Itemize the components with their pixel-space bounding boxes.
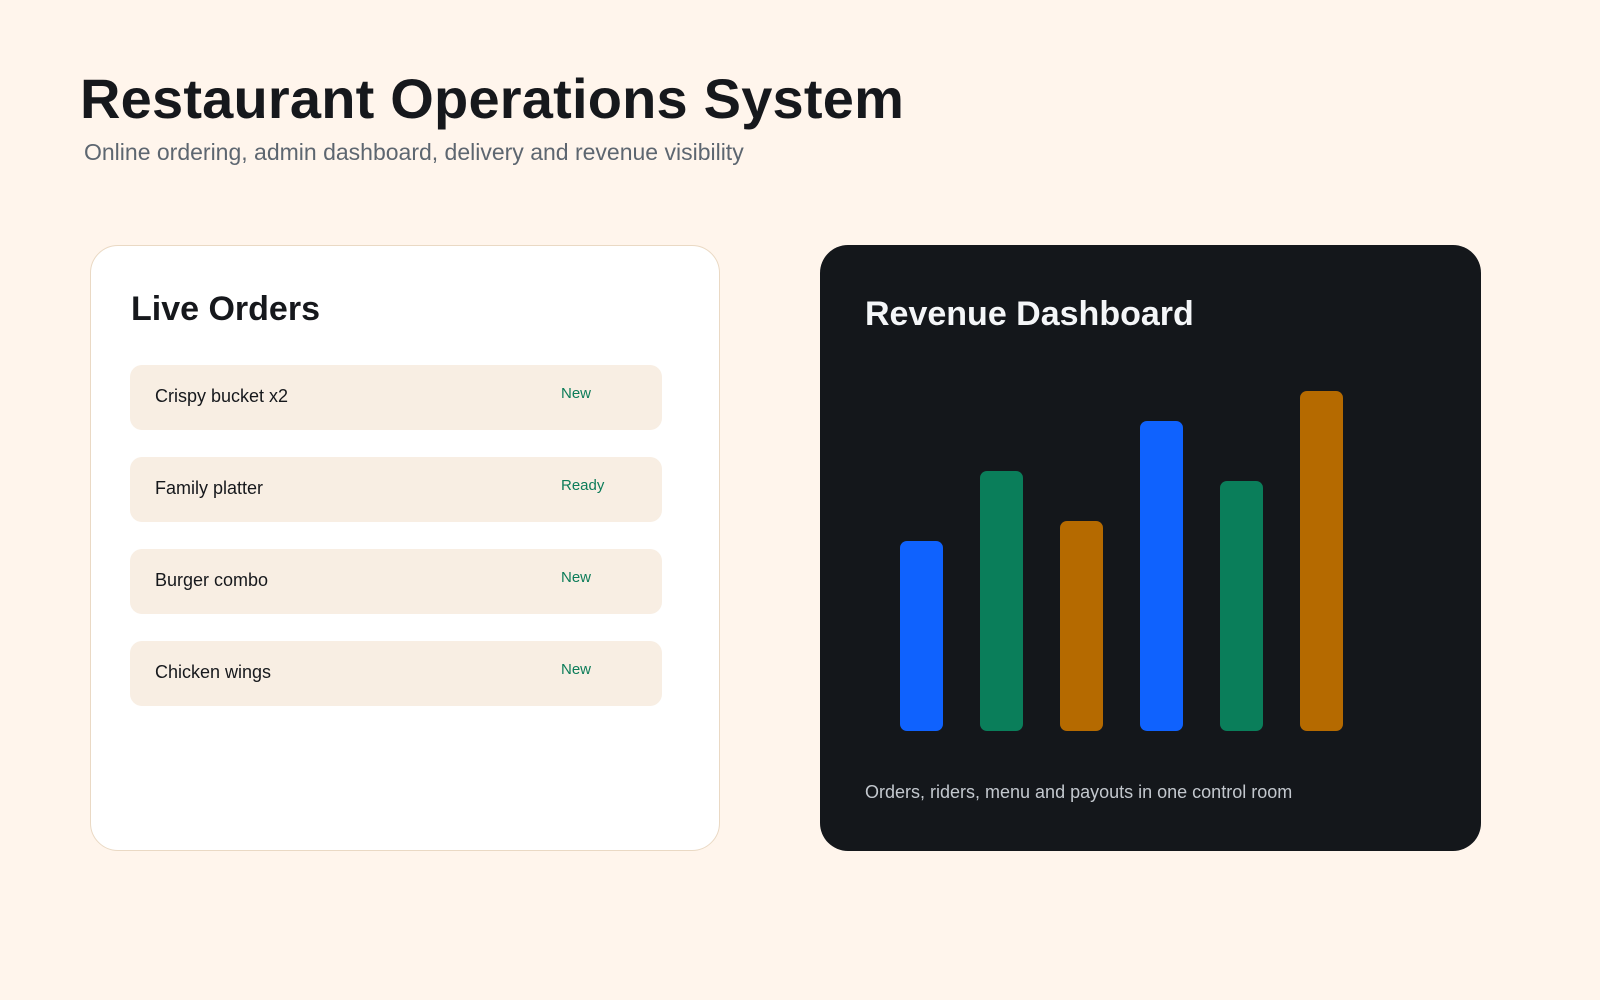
order-name: Crispy bucket x2	[155, 386, 289, 406]
order-name: Chicken wings	[155, 662, 272, 682]
order-list: Crispy bucket x2 New Family platter Read…	[130, 365, 662, 733]
revenue-bar	[1140, 421, 1183, 731]
order-name: Burger combo	[155, 570, 269, 590]
live-orders-card: Live Orders Crispy bucket x2 New Family …	[90, 245, 720, 851]
order-status-badge: New	[561, 569, 592, 586]
order-status-badge: New	[561, 661, 592, 678]
revenue-bar	[1220, 481, 1263, 731]
order-status-badge: New	[561, 385, 592, 402]
order-name: Family platter	[155, 478, 264, 498]
revenue-bar	[900, 541, 943, 731]
page-title: Restaurant Operations System	[80, 67, 905, 130]
order-status-badge: Ready	[561, 477, 605, 494]
order-row[interactable]: Crispy bucket x2 New	[130, 365, 662, 430]
revenue-bar	[1300, 391, 1343, 731]
revenue-bar	[980, 471, 1023, 731]
revenue-bar	[1060, 521, 1103, 731]
revenue-dashboard-card: Revenue Dashboard Orders, riders, menu a…	[820, 245, 1481, 851]
live-orders-title: Live Orders	[131, 290, 320, 328]
page-subtitle: Online ordering, admin dashboard, delive…	[84, 139, 744, 165]
order-row[interactable]: Chicken wings New	[130, 641, 662, 706]
order-row[interactable]: Family platter Ready	[130, 457, 662, 522]
revenue-bar-chart	[900, 391, 1343, 731]
order-row[interactable]: Burger combo New	[130, 549, 662, 614]
revenue-caption: Orders, riders, menu and payouts in one …	[865, 782, 1293, 802]
